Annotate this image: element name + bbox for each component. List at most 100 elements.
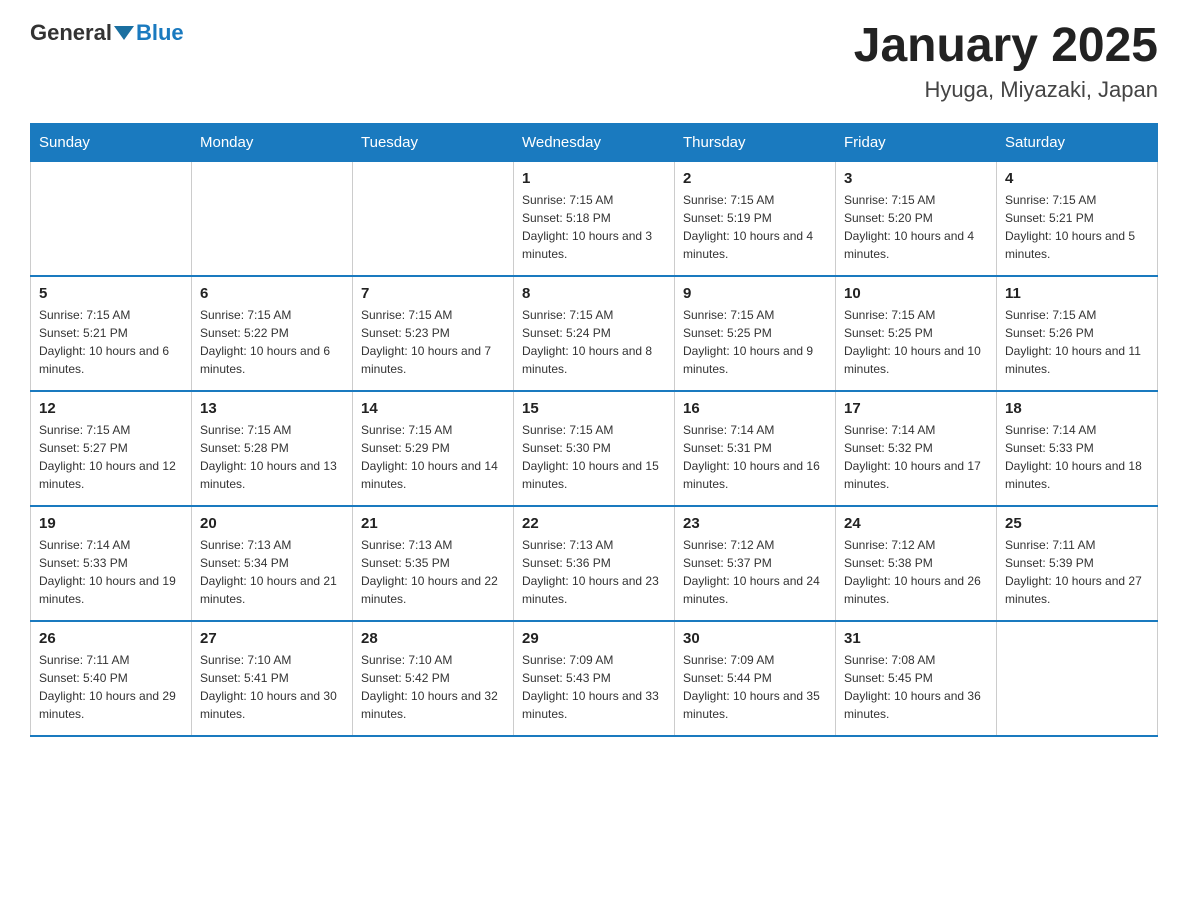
calendar-cell: 11 Sunrise: 7:15 AM Sunset: 5:26 PM Dayli… [997,276,1158,391]
logo-arrow-icon [114,26,134,40]
calendar-cell: 9 Sunrise: 7:15 AM Sunset: 5:25 PM Daylig… [675,276,836,391]
day-number: 31 [844,630,988,647]
day-number: 14 [361,400,505,417]
day-info: Sunrise: 7:15 AM Sunset: 5:19 PM Dayligh… [683,191,827,263]
calendar-table: SundayMondayTuesdayWednesdayThursdayFrid… [30,123,1158,737]
calendar-cell: 7Sunrise: 7:15 AM Sunset: 5:23 PM Daylig… [353,276,514,391]
day-info: Sunrise: 7:11 AM Sunset: 5:39 PM Dayligh… [1005,536,1149,608]
day-info: Sunrise: 7:14 AM Sunset: 5:31 PM Dayligh… [683,421,827,493]
calendar-cell: 16 Sunrise: 7:14 AM Sunset: 5:31 PM Dayli… [675,391,836,506]
day-info: Sunrise: 7:14 AM Sunset: 5:32 PM Dayligh… [844,421,988,493]
day-number: 19 [39,515,183,532]
day-info: Sunrise: 7:15 AM Sunset: 5:25 PM Dayligh… [844,306,988,378]
calendar-cell: 23Sunrise: 7:12 AM Sunset: 5:37 PM Dayli… [675,506,836,621]
day-info: Sunrise: 7:14 AM Sunset: 5:33 PM Dayligh… [39,536,183,608]
weekday-header-friday: Friday [836,123,997,161]
calendar-cell: 14 Sunrise: 7:15 AM Sunset: 5:29 PM Dayli… [353,391,514,506]
calendar-week-1: 1 Sunrise: 7:15 AM Sunset: 5:18 PM Daylig… [31,161,1158,276]
day-number: 21 [361,515,505,532]
calendar-cell: 31 Sunrise: 7:08 AM Sunset: 5:45 PM Dayli… [836,621,997,736]
day-info: Sunrise: 7:15 AM Sunset: 5:28 PM Dayligh… [200,421,344,493]
day-info: Sunrise: 7:15 AM Sunset: 5:22 PM Dayligh… [200,306,344,378]
day-number: 6 [200,285,344,302]
day-info: Sunrise: 7:14 AM Sunset: 5:33 PM Dayligh… [1005,421,1149,493]
day-info: Sunrise: 7:15 AM Sunset: 5:27 PM Dayligh… [39,421,183,493]
day-number: 30 [683,630,827,647]
day-info: Sunrise: 7:15 AM Sunset: 5:21 PM Dayligh… [1005,191,1149,263]
calendar-week-5: 26 Sunrise: 7:11 AM Sunset: 5:40 PM Dayli… [31,621,1158,736]
day-info: Sunrise: 7:13 AM Sunset: 5:35 PM Dayligh… [361,536,505,608]
weekday-header-saturday: Saturday [997,123,1158,161]
day-info: Sunrise: 7:15 AM Sunset: 5:30 PM Dayligh… [522,421,666,493]
day-number: 20 [200,515,344,532]
day-info: Sunrise: 7:15 AM Sunset: 5:24 PM Dayligh… [522,306,666,378]
day-number: 18 [1005,400,1149,417]
day-info: Sunrise: 7:15 AM Sunset: 5:25 PM Dayligh… [683,306,827,378]
day-number: 8 [522,285,666,302]
day-info: Sunrise: 7:09 AM Sunset: 5:43 PM Dayligh… [522,651,666,723]
weekday-header-sunday: Sunday [31,123,192,161]
day-number: 2 [683,170,827,187]
calendar-cell [997,621,1158,736]
calendar-cell: 17 Sunrise: 7:14 AM Sunset: 5:32 PM Dayli… [836,391,997,506]
calendar-cell: 29 Sunrise: 7:09 AM Sunset: 5:43 PM Dayli… [514,621,675,736]
day-number: 3 [844,170,988,187]
day-number: 27 [200,630,344,647]
location-text: Hyuga, Miyazaki, Japan [854,77,1158,103]
calendar-cell [192,161,353,276]
calendar-cell: 27 Sunrise: 7:10 AM Sunset: 5:41 PM Dayli… [192,621,353,736]
calendar-cell: 15 Sunrise: 7:15 AM Sunset: 5:30 PM Dayli… [514,391,675,506]
logo-blue-text: Blue [136,20,184,46]
calendar-cell: 24Sunrise: 7:12 AM Sunset: 5:38 PM Dayli… [836,506,997,621]
day-number: 26 [39,630,183,647]
calendar-cell: 22Sunrise: 7:13 AM Sunset: 5:36 PM Dayli… [514,506,675,621]
weekday-header-tuesday: Tuesday [353,123,514,161]
day-info: Sunrise: 7:13 AM Sunset: 5:34 PM Dayligh… [200,536,344,608]
day-number: 15 [522,400,666,417]
calendar-cell: 21 Sunrise: 7:13 AM Sunset: 5:35 PM Dayli… [353,506,514,621]
calendar-cell: 26 Sunrise: 7:11 AM Sunset: 5:40 PM Dayli… [31,621,192,736]
weekday-header-monday: Monday [192,123,353,161]
calendar-cell: 1 Sunrise: 7:15 AM Sunset: 5:18 PM Daylig… [514,161,675,276]
day-number: 23 [683,515,827,532]
day-number: 11 [1005,285,1149,302]
day-info: Sunrise: 7:15 AM Sunset: 5:18 PM Dayligh… [522,191,666,263]
day-info: Sunrise: 7:15 AM Sunset: 5:26 PM Dayligh… [1005,306,1149,378]
logo: General Blue [30,20,184,46]
day-number: 13 [200,400,344,417]
calendar-cell: 5Sunrise: 7:15 AM Sunset: 5:21 PM Daylig… [31,276,192,391]
calendar-cell: 28 Sunrise: 7:10 AM Sunset: 5:42 PM Dayli… [353,621,514,736]
day-number: 9 [683,285,827,302]
page-header: General Blue January 2025 Hyuga, Miyazak… [30,20,1158,103]
calendar-cell: 30Sunrise: 7:09 AM Sunset: 5:44 PM Dayli… [675,621,836,736]
logo-general-text: General [30,20,112,46]
calendar-cell [31,161,192,276]
day-number: 22 [522,515,666,532]
calendar-week-3: 12 Sunrise: 7:15 AM Sunset: 5:27 PM Dayli… [31,391,1158,506]
calendar-week-4: 19 Sunrise: 7:14 AM Sunset: 5:33 PM Dayli… [31,506,1158,621]
day-info: Sunrise: 7:10 AM Sunset: 5:41 PM Dayligh… [200,651,344,723]
calendar-cell: 19 Sunrise: 7:14 AM Sunset: 5:33 PM Dayli… [31,506,192,621]
weekday-header-row: SundayMondayTuesdayWednesdayThursdayFrid… [31,123,1158,161]
title-area: January 2025 Hyuga, Miyazaki, Japan [854,20,1158,103]
calendar-cell: 6 Sunrise: 7:15 AM Sunset: 5:22 PM Daylig… [192,276,353,391]
weekday-header-wednesday: Wednesday [514,123,675,161]
day-info: Sunrise: 7:15 AM Sunset: 5:29 PM Dayligh… [361,421,505,493]
day-number: 16 [683,400,827,417]
day-number: 17 [844,400,988,417]
day-number: 7 [361,285,505,302]
day-number: 10 [844,285,988,302]
day-number: 1 [522,170,666,187]
calendar-cell: 20 Sunrise: 7:13 AM Sunset: 5:34 PM Dayli… [192,506,353,621]
day-info: Sunrise: 7:11 AM Sunset: 5:40 PM Dayligh… [39,651,183,723]
calendar-cell: 12 Sunrise: 7:15 AM Sunset: 5:27 PM Dayli… [31,391,192,506]
day-info: Sunrise: 7:10 AM Sunset: 5:42 PM Dayligh… [361,651,505,723]
day-info: Sunrise: 7:15 AM Sunset: 5:20 PM Dayligh… [844,191,988,263]
day-number: 28 [361,630,505,647]
calendar-cell: 18 Sunrise: 7:14 AM Sunset: 5:33 PM Dayli… [997,391,1158,506]
calendar-cell: 3 Sunrise: 7:15 AM Sunset: 5:20 PM Daylig… [836,161,997,276]
day-number: 29 [522,630,666,647]
day-number: 5 [39,285,183,302]
day-number: 12 [39,400,183,417]
day-info: Sunrise: 7:08 AM Sunset: 5:45 PM Dayligh… [844,651,988,723]
